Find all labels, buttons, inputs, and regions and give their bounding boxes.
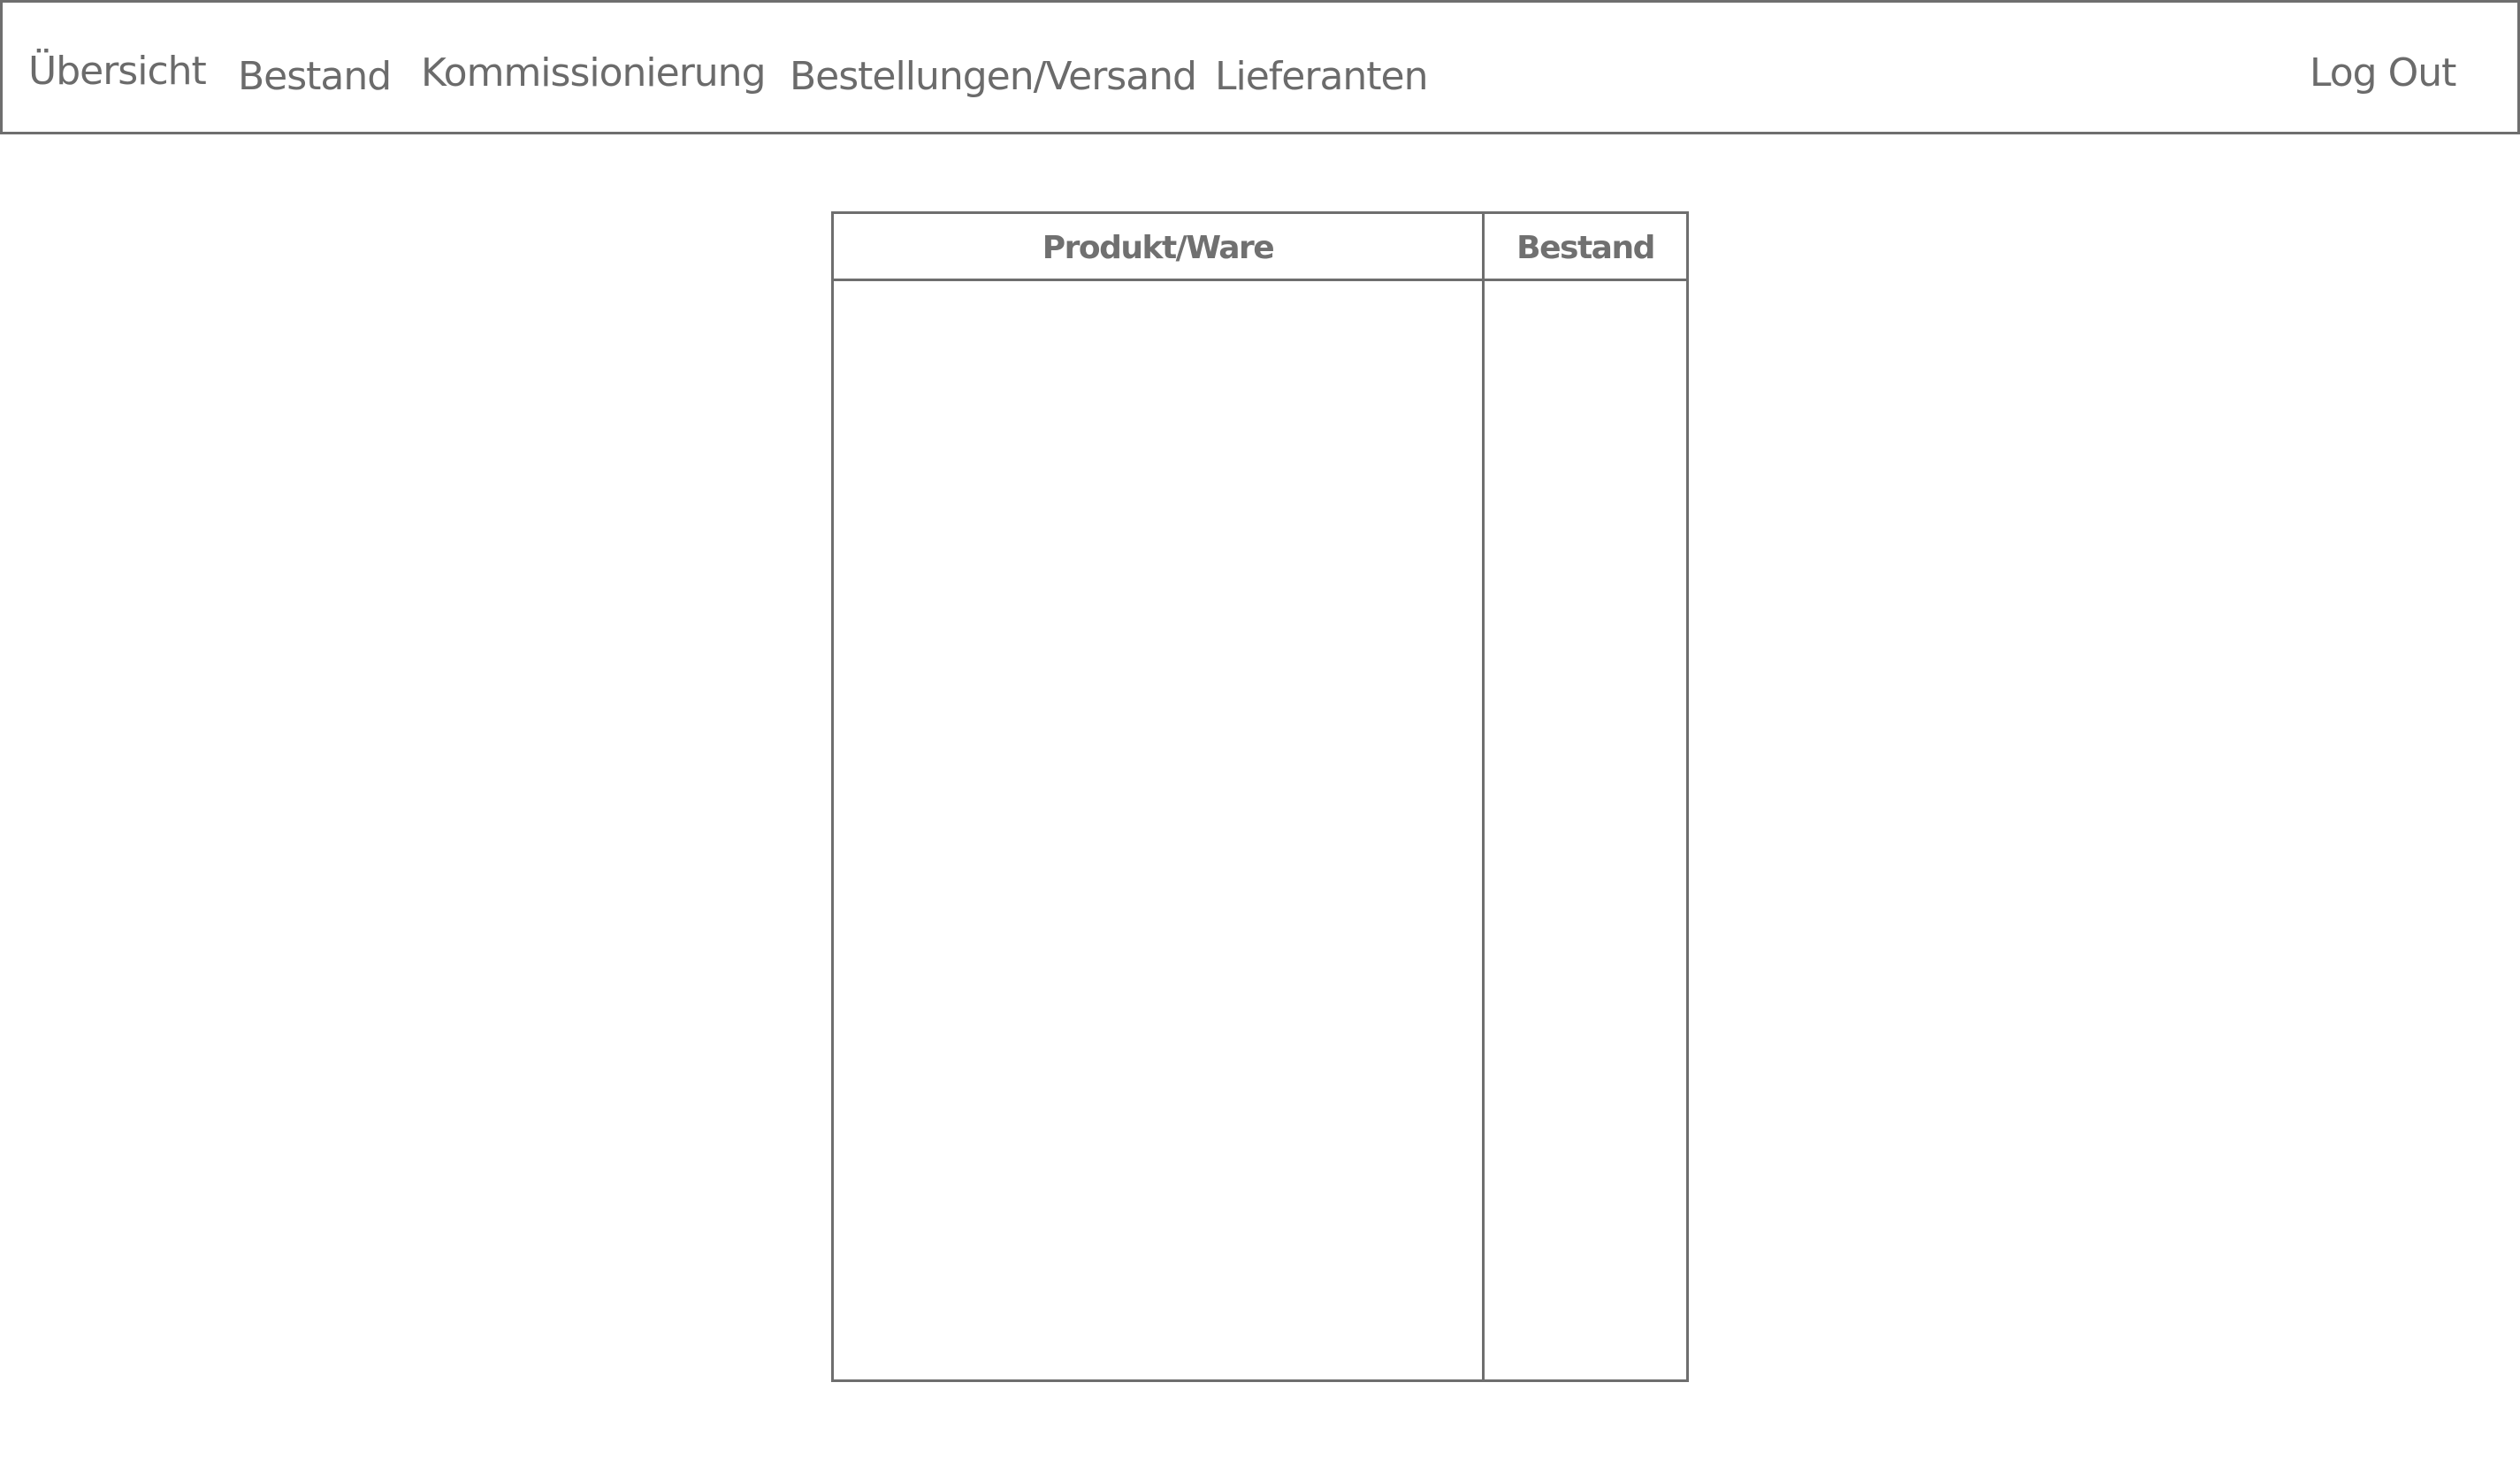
top-navigation-bar: Übersicht Bestand Kommissionierung Beste… [0,0,2520,134]
nav-item-bestand[interactable]: Bestand [238,52,392,102]
logout-button[interactable]: Log Out [2310,49,2456,98]
inventory-table: Produkt/Ware Bestand [831,211,1689,1382]
nav-item-lieferanten[interactable]: Lieferanten [1215,52,1429,102]
column-header-produkt-ware: Produkt/Ware [1042,230,1275,266]
nav-item-ubersicht[interactable]: Übersicht [28,47,207,96]
nav-item-bestellungen-versand[interactable]: Bestellungen/Versand [790,52,1197,102]
nav-item-kommissionierung[interactable]: Kommissionierung [421,49,766,98]
column-header-bestand: Bestand [1516,230,1655,266]
table-body [834,281,1686,1379]
